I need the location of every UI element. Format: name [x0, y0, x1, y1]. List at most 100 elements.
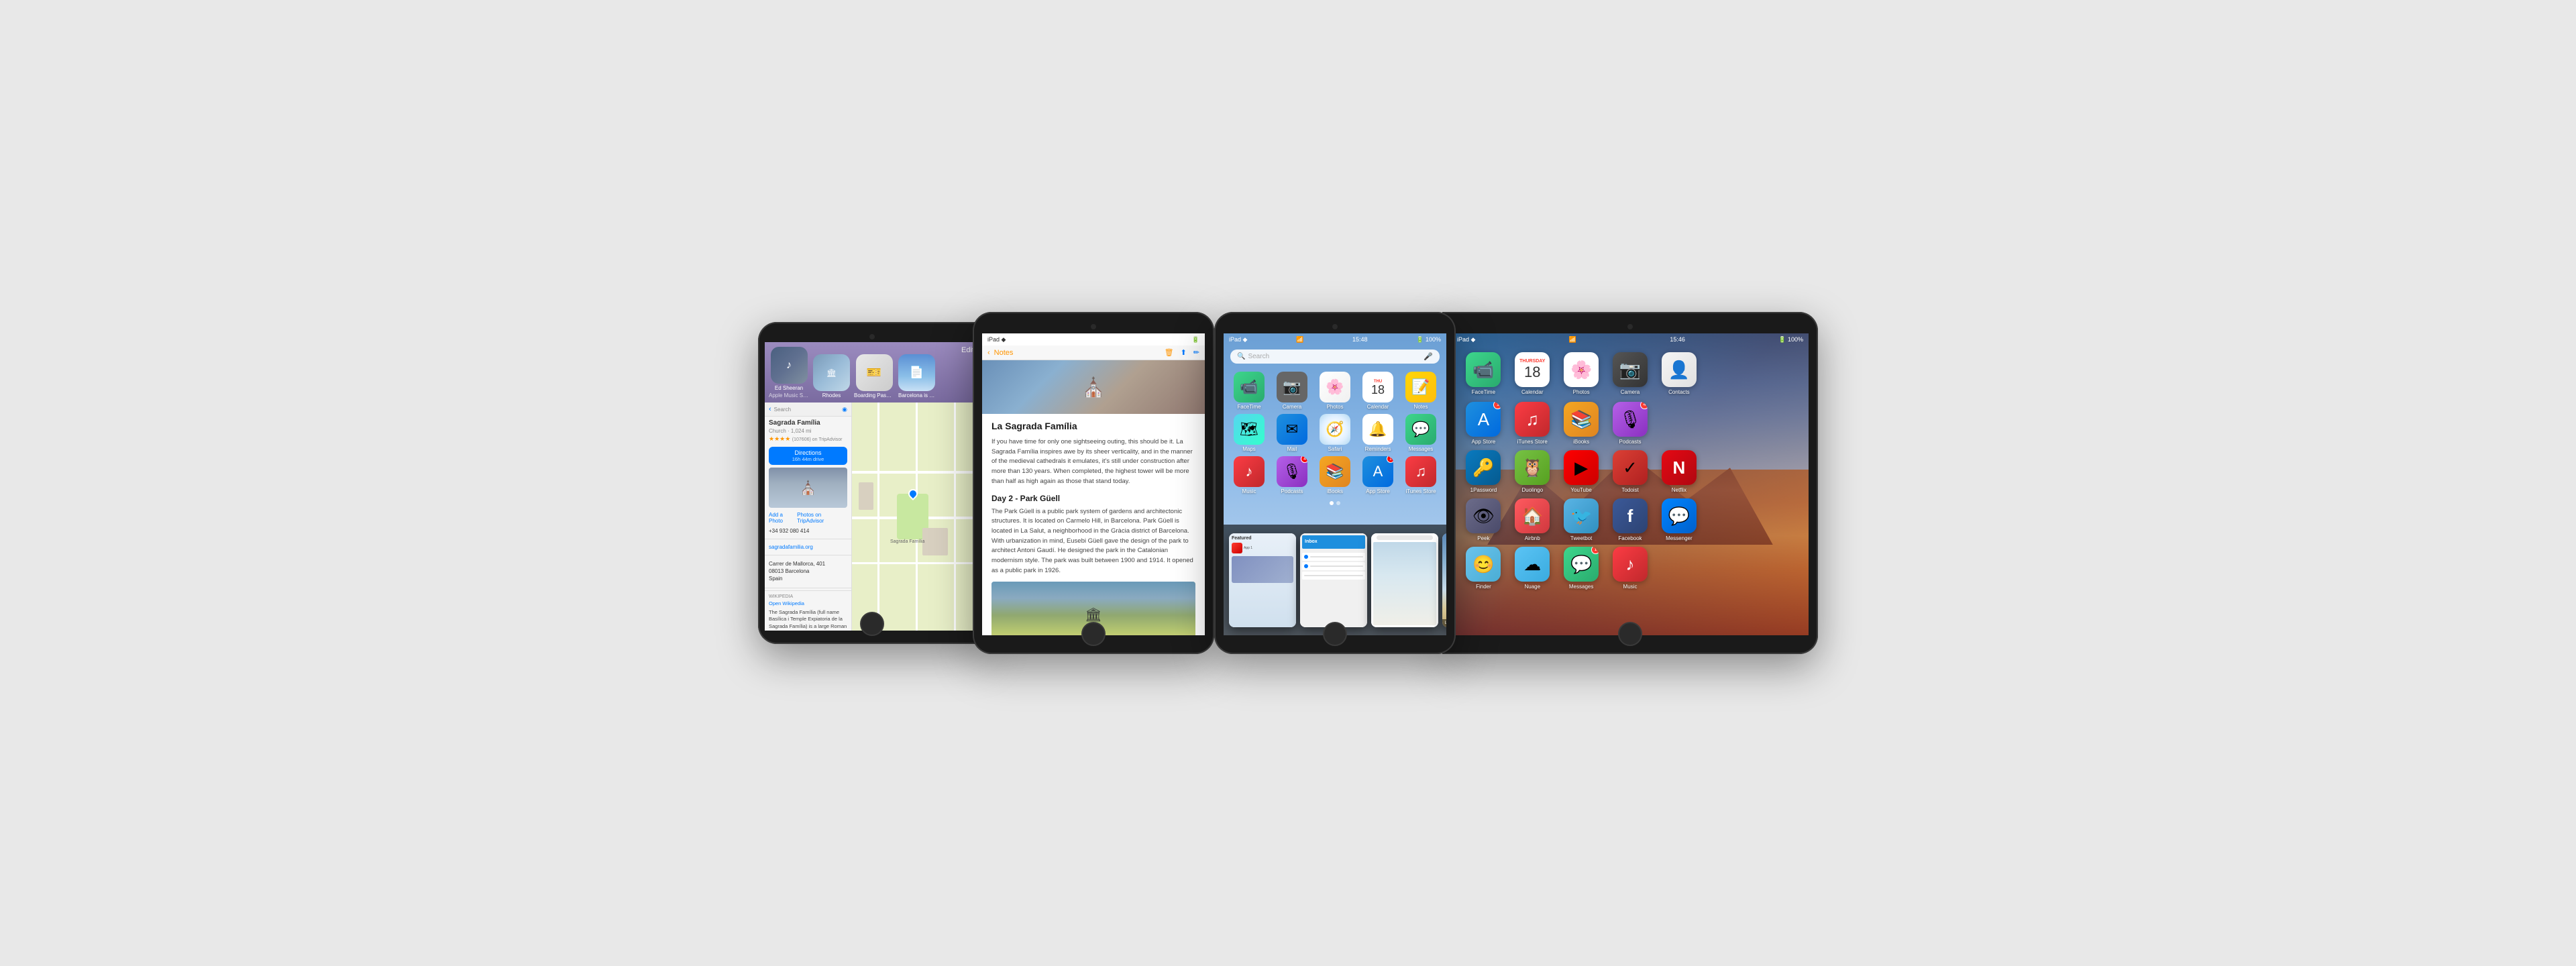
macos-imessage[interactable]: 💬 1 Messages	[1560, 547, 1603, 590]
macos-onepwd[interactable]: 🔑 1Password	[1462, 450, 1505, 493]
ios9-reminders[interactable]: 🔔 Reminders	[1359, 414, 1397, 452]
ipad-1-home-button[interactable]	[860, 612, 884, 636]
ios9-itunesstore[interactable]: ♫ iTunes Store	[1402, 456, 1440, 494]
ios9-search-bar[interactable]: 🔍 Search 🎤	[1230, 350, 1440, 364]
macos-finder-icon: 😊	[1466, 547, 1501, 582]
notes-body[interactable]: La Sagrada Família If you have time for …	[982, 414, 1205, 635]
stars-display: ★★★★	[769, 435, 790, 442]
ios9-ibooks-label: iBooks	[1327, 488, 1343, 494]
macos-ibooks[interactable]: 📚 iBooks	[1560, 402, 1603, 445]
multitask-photos[interactable]: 🏛 Rhodes	[813, 354, 850, 398]
notes-share-button[interactable]: ⬆	[1181, 348, 1187, 357]
macos-airbnb[interactable]: 🏠 Airbnb	[1511, 498, 1554, 541]
switcher-safari-card[interactable]	[1371, 533, 1438, 627]
macos-appstore-label: App Store	[1472, 439, 1496, 445]
ipad-2-home-button[interactable]	[1081, 622, 1106, 646]
maps-map-area[interactable]: Sagrada Família	[852, 402, 979, 631]
tripadvisor-link[interactable]: Photos on TripAdvisor	[797, 512, 847, 524]
macos-messenger[interactable]: 💬 Messenger	[1658, 498, 1700, 541]
ipad-4-home-button[interactable]	[1618, 622, 1642, 646]
ios9-page-dots	[1224, 501, 1446, 505]
macos-calendar[interactable]: THURSDAY 18 Calendar	[1511, 352, 1554, 395]
notes-body1: If you have time for only one sightseein…	[991, 437, 1195, 487]
ios9-reminders-icon: 🔔	[1362, 414, 1393, 445]
macos-photos[interactable]: 🌸 Photos	[1560, 352, 1603, 395]
notes-status-bar: iPad ◆ 🔋	[982, 333, 1205, 345]
maps-back-icon[interactable]: ‹	[769, 405, 771, 413]
wiki-text: The Sagrada Família (full name Basílica …	[769, 609, 847, 631]
multitask-barcelona[interactable]: 📄 Barcelona is a city in...	[898, 354, 935, 398]
macos-facetime[interactable]: 📹 FaceTime	[1462, 352, 1505, 395]
safari-content	[1373, 542, 1436, 625]
ios9-row2: 🗺 Maps ✉ Mail 🧭 Safari 🔔 Reminders	[1224, 414, 1446, 456]
maps-location-icon[interactable]: ◉	[842, 406, 847, 413]
ios9-camera-icon: 📷	[1277, 372, 1307, 402]
macos-row5: 😊 Finder ☁ Nuage 💬 1 Messages	[1452, 547, 1809, 595]
macos-onepwd-icon: 🔑	[1466, 450, 1501, 485]
calendar-date: 18	[1371, 384, 1385, 396]
macos-contacts-label: Contacts	[1668, 389, 1690, 395]
notes-compose-button[interactable]: ✏	[1193, 348, 1199, 357]
ios9-facetime-label: FaceTime	[1237, 404, 1260, 410]
ios9-podcasts[interactable]: 🎙 4 Podcasts	[1273, 456, 1311, 494]
macos-spacer-r2-3	[1756, 402, 1798, 445]
ios9-appstore[interactable]: A 1 App Store	[1359, 456, 1397, 494]
macos-tweetbot-label: Tweetbot	[1570, 535, 1592, 541]
macos-netflix[interactable]: N Netflix	[1658, 450, 1700, 493]
add-photo-link[interactable]: Add a Photo	[769, 512, 797, 524]
macos-itunesm[interactable]: ♪ Music	[1609, 547, 1652, 590]
ios9-maps-icon: 🗺	[1234, 414, 1265, 445]
macos-facebook[interactable]: f Facebook	[1609, 498, 1652, 541]
macos-podcasts[interactable]: 🎙 4 Podcasts	[1609, 402, 1652, 445]
wiki-open-link[interactable]: Open Wikipedia	[769, 600, 804, 606]
maps-directions-button[interactable]: Directions 16h 44m drive	[769, 447, 847, 465]
phone-number[interactable]: +34 932 080 414	[769, 528, 809, 534]
macos-netflix-label: Netflix	[1672, 487, 1686, 493]
multitask-boarding[interactable]: 🎫 Boarding Pass - Out...	[854, 354, 894, 398]
macos-camera[interactable]: 📷 Camera	[1609, 352, 1652, 395]
macos-facebook-label: Facebook	[1618, 535, 1642, 541]
macos-nuage[interactable]: ☁ Nuage	[1511, 547, 1554, 590]
macos-tweetbot[interactable]: 🐦 Tweetbot	[1560, 498, 1603, 541]
ios9-mail[interactable]: ✉ Mail	[1273, 414, 1311, 452]
switcher-sagrada-card[interactable]: La Sagrada Familia	[1442, 533, 1446, 627]
ios9-messages-icon: 💬	[1405, 414, 1436, 445]
ios9-messages[interactable]: 💬 Messages	[1402, 414, 1440, 452]
macos-todoist[interactable]: ✓ Todoist	[1609, 450, 1652, 493]
multitask-music[interactable]: ♪ Ed Sheeran Apple Music Song	[769, 347, 809, 398]
macos-contacts[interactable]: 👤 Contacts	[1658, 352, 1700, 395]
featured-label: Featured	[1232, 536, 1293, 541]
ipad-3-home-button[interactable]	[1323, 622, 1347, 646]
macos-itunesstore[interactable]: ♫ iTunes Store	[1511, 402, 1554, 445]
ios9-camera[interactable]: 📷 Camera	[1273, 372, 1311, 410]
ios9-ibooks[interactable]: 📚 iBooks	[1316, 456, 1354, 494]
ios9-facetime[interactable]: 📹 FaceTime	[1230, 372, 1268, 410]
ios9-photos[interactable]: 🌸 Photos	[1316, 372, 1354, 410]
macos-finder[interactable]: 😊 Finder	[1462, 547, 1505, 590]
website-link[interactable]: sagradafamilia.org	[769, 544, 813, 550]
ios9-maps[interactable]: 🗺 Maps	[1230, 414, 1268, 452]
switcher-mail-card[interactable]: Inbox	[1300, 533, 1367, 627]
wiki-label: WIKIPEDIA	[769, 594, 847, 600]
macos-appstore[interactable]: A 1 App Store	[1462, 402, 1505, 445]
macos-imessage-badge: 1	[1591, 547, 1599, 554]
notes-content: iPad ◆ 🔋 ‹ Notes 🗑 ⬆ ✏	[982, 333, 1205, 635]
macos-ibooks-icon: 📚	[1564, 402, 1599, 437]
featured-banner	[1232, 556, 1293, 583]
macos-youtube[interactable]: ▶ YouTube	[1560, 450, 1603, 493]
mail-line-1	[1310, 556, 1363, 557]
macos-contacts-icon: 👤	[1662, 352, 1697, 387]
ios9-appstore-label: App Store	[1366, 488, 1390, 494]
ios9-calendar[interactable]: THU 18 Calendar	[1359, 372, 1397, 410]
ios9-music[interactable]: ♪ Music	[1230, 456, 1268, 494]
notes-back-button[interactable]: ‹	[987, 349, 990, 357]
ios9-notes[interactable]: 📝 Notes	[1402, 372, 1440, 410]
wiki-section: WIKIPEDIA Open Wikipedia The Sagrada Fam…	[765, 590, 851, 631]
macos-peek[interactable]: 👁 Peek	[1462, 498, 1505, 541]
switcher-featured-card[interactable]: Featured App 1	[1229, 533, 1296, 627]
macos-youtube-icon: ▶	[1564, 450, 1599, 485]
macos-duolingo[interactable]: 🦉 Duolingo	[1511, 450, 1554, 493]
ios9-safari[interactable]: 🧭 Safari	[1316, 414, 1354, 452]
notes-trash-button[interactable]: 🗑	[1165, 348, 1174, 357]
ios9-podcasts-icon: 🎙 4	[1277, 456, 1307, 487]
